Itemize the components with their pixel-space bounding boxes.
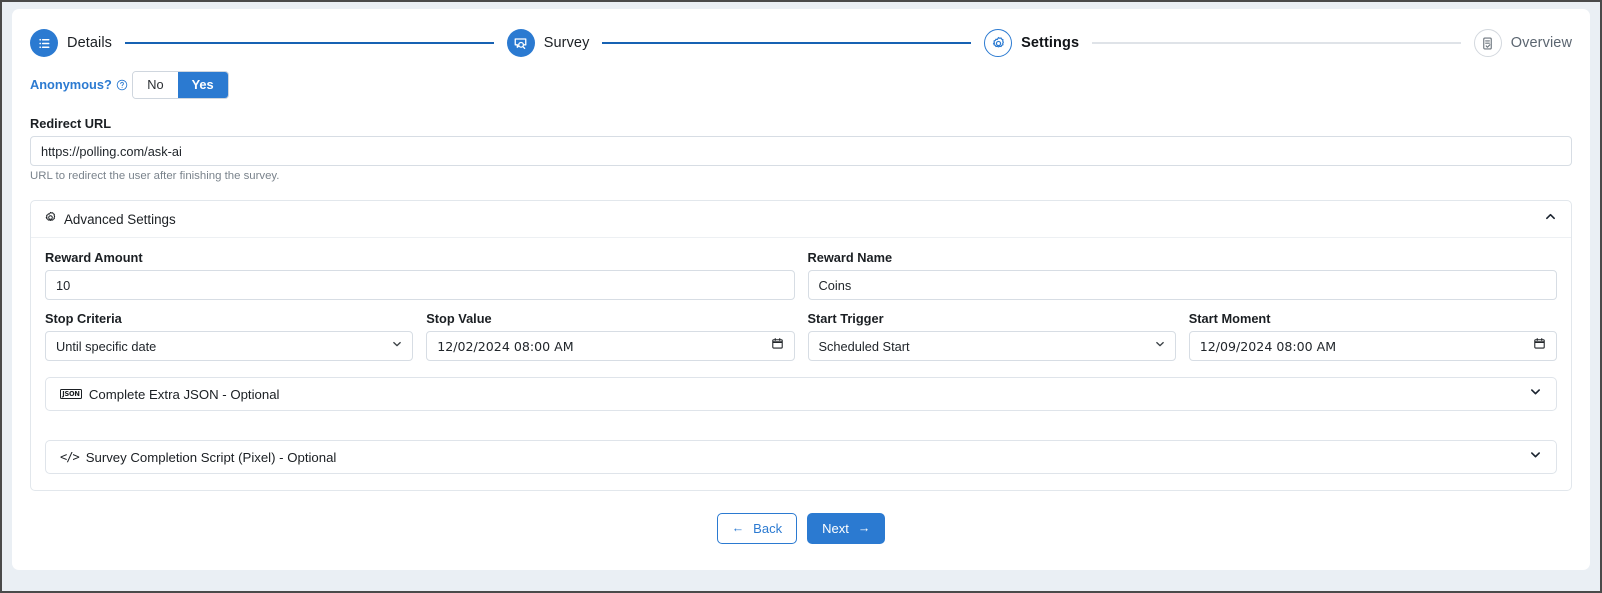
advanced-settings-body: Reward Amount Reward Name Stop Criteria bbox=[31, 238, 1571, 490]
redirect-url-input[interactable] bbox=[30, 136, 1572, 166]
anonymous-option-yes[interactable]: Yes bbox=[177, 72, 228, 98]
stop-criteria-field: Stop Criteria bbox=[45, 311, 414, 361]
survey-search-icon bbox=[506, 29, 535, 57]
stop-value-field: Stop Value bbox=[426, 311, 795, 361]
stepper-connector-1 bbox=[125, 42, 494, 44]
completion-script-title-text: Survey Completion Script (Pixel) - Optio… bbox=[85, 449, 337, 465]
arrow-left-icon: ← bbox=[731, 521, 745, 536]
reward-name-field: Reward Name bbox=[807, 250, 1557, 300]
reward-name-label: Reward Name bbox=[807, 250, 893, 265]
step-overview[interactable]: Overview bbox=[1473, 29, 1573, 57]
extra-json-title-text: Complete Extra JSON - Optional bbox=[88, 386, 280, 402]
reward-name-input[interactable] bbox=[807, 270, 1557, 300]
calendar-icon[interactable] bbox=[1533, 337, 1546, 355]
start-moment-date-wrap[interactable] bbox=[1188, 331, 1557, 361]
advanced-settings-title: Advanced Settings bbox=[44, 211, 176, 227]
stop-criteria-select-wrap[interactable] bbox=[45, 331, 414, 361]
reward-amount-field: Reward Amount bbox=[45, 250, 795, 300]
stop-value-input[interactable] bbox=[426, 331, 795, 361]
calendar-icon[interactable] bbox=[771, 337, 784, 355]
stop-criteria-label: Stop Criteria bbox=[45, 311, 122, 326]
stop-value-date-wrap[interactable] bbox=[426, 331, 795, 361]
gear-icon bbox=[44, 211, 57, 227]
start-trigger-select-wrap[interactable] bbox=[807, 331, 1176, 361]
stepper-connector-2 bbox=[602, 42, 972, 44]
reward-amount-label: Reward Amount bbox=[45, 250, 143, 265]
chevron-down-icon[interactable] bbox=[1529, 448, 1542, 466]
question-circle-icon[interactable] bbox=[116, 79, 128, 91]
next-button-label: Next bbox=[822, 521, 849, 536]
advanced-settings-panel: Advanced Settings Reward Amount Reward N… bbox=[30, 200, 1572, 491]
completion-script-title: </> Survey Completion Script (Pixel) - O… bbox=[60, 450, 336, 465]
completion-script-panel[interactable]: </> Survey Completion Script (Pixel) - O… bbox=[45, 440, 1557, 474]
wizard-footer: ← Back Next → bbox=[30, 513, 1572, 544]
next-button[interactable]: Next → bbox=[807, 513, 886, 544]
chevron-down-icon[interactable] bbox=[1529, 385, 1542, 403]
list-icon bbox=[30, 29, 58, 57]
extra-json-panel[interactable]: JSON Complete Extra JSON - Optional bbox=[45, 377, 1557, 411]
gear-icon bbox=[984, 29, 1013, 57]
advanced-settings-title-text: Advanced Settings bbox=[64, 211, 176, 227]
start-moment-input[interactable] bbox=[1188, 331, 1557, 361]
anonymous-label: Anonymous? bbox=[30, 77, 128, 92]
back-button-label: Back bbox=[753, 521, 783, 536]
step-label-settings: Settings bbox=[1021, 35, 1080, 51]
anonymous-option-no[interactable]: No bbox=[133, 72, 178, 98]
extra-json-title: JSON Complete Extra JSON - Optional bbox=[60, 387, 279, 402]
anonymous-toggle-group[interactable]: No Yes bbox=[132, 71, 229, 99]
anonymous-field: Anonymous? No Yes bbox=[30, 67, 1572, 99]
redirect-url-label: Redirect URL bbox=[30, 116, 112, 131]
back-button[interactable]: ← Back bbox=[716, 513, 798, 544]
clipboard-check-icon bbox=[1473, 29, 1502, 57]
step-label-overview: Overview bbox=[1510, 35, 1573, 51]
step-label-details: Details bbox=[67, 35, 113, 51]
redirect-url-field: Redirect URL URL to redirect the user af… bbox=[30, 116, 1572, 182]
wizard-card: Details Survey Settings Overview Anonymo… bbox=[12, 9, 1590, 570]
step-settings[interactable]: Settings bbox=[984, 29, 1079, 57]
step-label-survey: Survey bbox=[543, 35, 590, 51]
start-moment-field: Start Moment bbox=[1188, 311, 1557, 361]
schedule-row: Stop Criteria Stop Value bbox=[45, 311, 1557, 361]
start-trigger-label: Start Trigger bbox=[807, 311, 884, 326]
step-details[interactable]: Details bbox=[30, 29, 112, 57]
stepper-connector-3 bbox=[1092, 42, 1461, 44]
chevron-up-icon[interactable] bbox=[1544, 210, 1557, 228]
wizard-stepper: Details Survey Settings Overview bbox=[12, 9, 1590, 67]
wizard-content: Anonymous? No Yes Redirect URL URL to re… bbox=[12, 67, 1590, 544]
step-survey[interactable]: Survey bbox=[506, 29, 590, 57]
arrow-right-icon: → bbox=[857, 521, 871, 536]
advanced-settings-header[interactable]: Advanced Settings bbox=[31, 201, 1571, 238]
start-trigger-field: Start Trigger bbox=[807, 311, 1176, 361]
start-moment-label: Start Moment bbox=[1188, 311, 1271, 326]
code-icon: </> bbox=[60, 450, 80, 464]
anonymous-label-text: Anonymous? bbox=[30, 77, 112, 92]
redirect-url-hint: URL to redirect the user after finishing… bbox=[30, 170, 280, 182]
reward-amount-input[interactable] bbox=[45, 270, 795, 300]
json-badge-icon: JSON bbox=[60, 389, 82, 399]
browser-viewport: Details Survey Settings Overview Anonymo… bbox=[0, 0, 1602, 593]
stop-criteria-select[interactable] bbox=[45, 331, 414, 361]
stop-value-label: Stop Value bbox=[426, 311, 492, 326]
reward-row: Reward Amount Reward Name bbox=[45, 250, 1557, 300]
start-trigger-select[interactable] bbox=[807, 331, 1176, 361]
